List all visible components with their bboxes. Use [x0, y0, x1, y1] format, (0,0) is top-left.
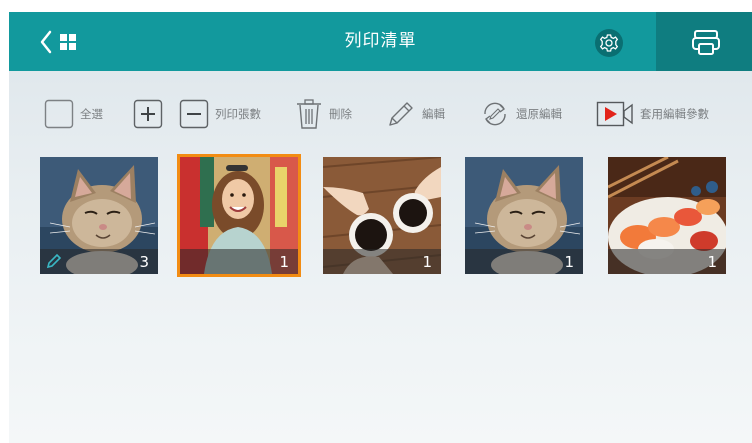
checkbox-icon [44, 99, 74, 129]
photo-thumbnail[interactable]: 1 [465, 157, 583, 274]
video-icon [596, 101, 633, 127]
trash-icon [297, 99, 321, 129]
top-bar: 列印清單 [9, 12, 752, 71]
restore-edit-label: 還原編輯 [516, 107, 562, 121]
photo-thumbnail[interactable]: 1 [323, 157, 441, 274]
select-all-button[interactable]: 全選 [44, 96, 103, 132]
pencil-icon [389, 102, 413, 126]
restore-icon [484, 102, 506, 126]
print-count: 1 [279, 253, 289, 271]
print-count-label: 列印張數 [215, 107, 261, 121]
apply-edit-params-label: 套用編輯參數 [640, 107, 709, 121]
print-list-screen: 列印清單 全選 列印張數 刪除 編輯 還原編輯 套用編輯參數 3 1 1 1 1 [9, 12, 752, 443]
print-count: 1 [564, 253, 574, 271]
plus-icon [133, 99, 163, 129]
settings-button[interactable] [595, 29, 623, 57]
restore-edit-button[interactable]: 還原編輯 [480, 96, 562, 132]
decrease-count-button[interactable]: 列印張數 [179, 96, 261, 132]
delete-button[interactable]: 刪除 [295, 96, 352, 132]
select-all-label: 全選 [80, 107, 103, 121]
printer-icon [692, 30, 720, 55]
toolbar: 全選 列印張數 刪除 編輯 還原編輯 套用編輯參數 [9, 96, 752, 132]
minus-icon [179, 99, 209, 129]
print-count: 1 [422, 253, 432, 271]
print-count: 3 [139, 253, 149, 271]
delete-label: 刪除 [329, 107, 352, 121]
print-count: 1 [707, 253, 717, 271]
edit-label: 編輯 [422, 107, 445, 121]
apply-edit-params-button[interactable]: 套用編輯參數 [596, 96, 709, 132]
photo-thumbnail[interactable]: 3 [40, 157, 158, 274]
page-title: 列印清單 [344, 31, 417, 51]
print-button[interactable] [691, 27, 721, 57]
increase-count-button[interactable] [133, 96, 163, 132]
edited-pencil-icon [46, 253, 62, 269]
gear-icon [599, 34, 619, 52]
photo-thumbnail-selected[interactable]: 1 [177, 154, 301, 277]
edit-button[interactable]: 編輯 [386, 96, 445, 132]
photo-thumbnail[interactable]: 1 [608, 157, 726, 274]
